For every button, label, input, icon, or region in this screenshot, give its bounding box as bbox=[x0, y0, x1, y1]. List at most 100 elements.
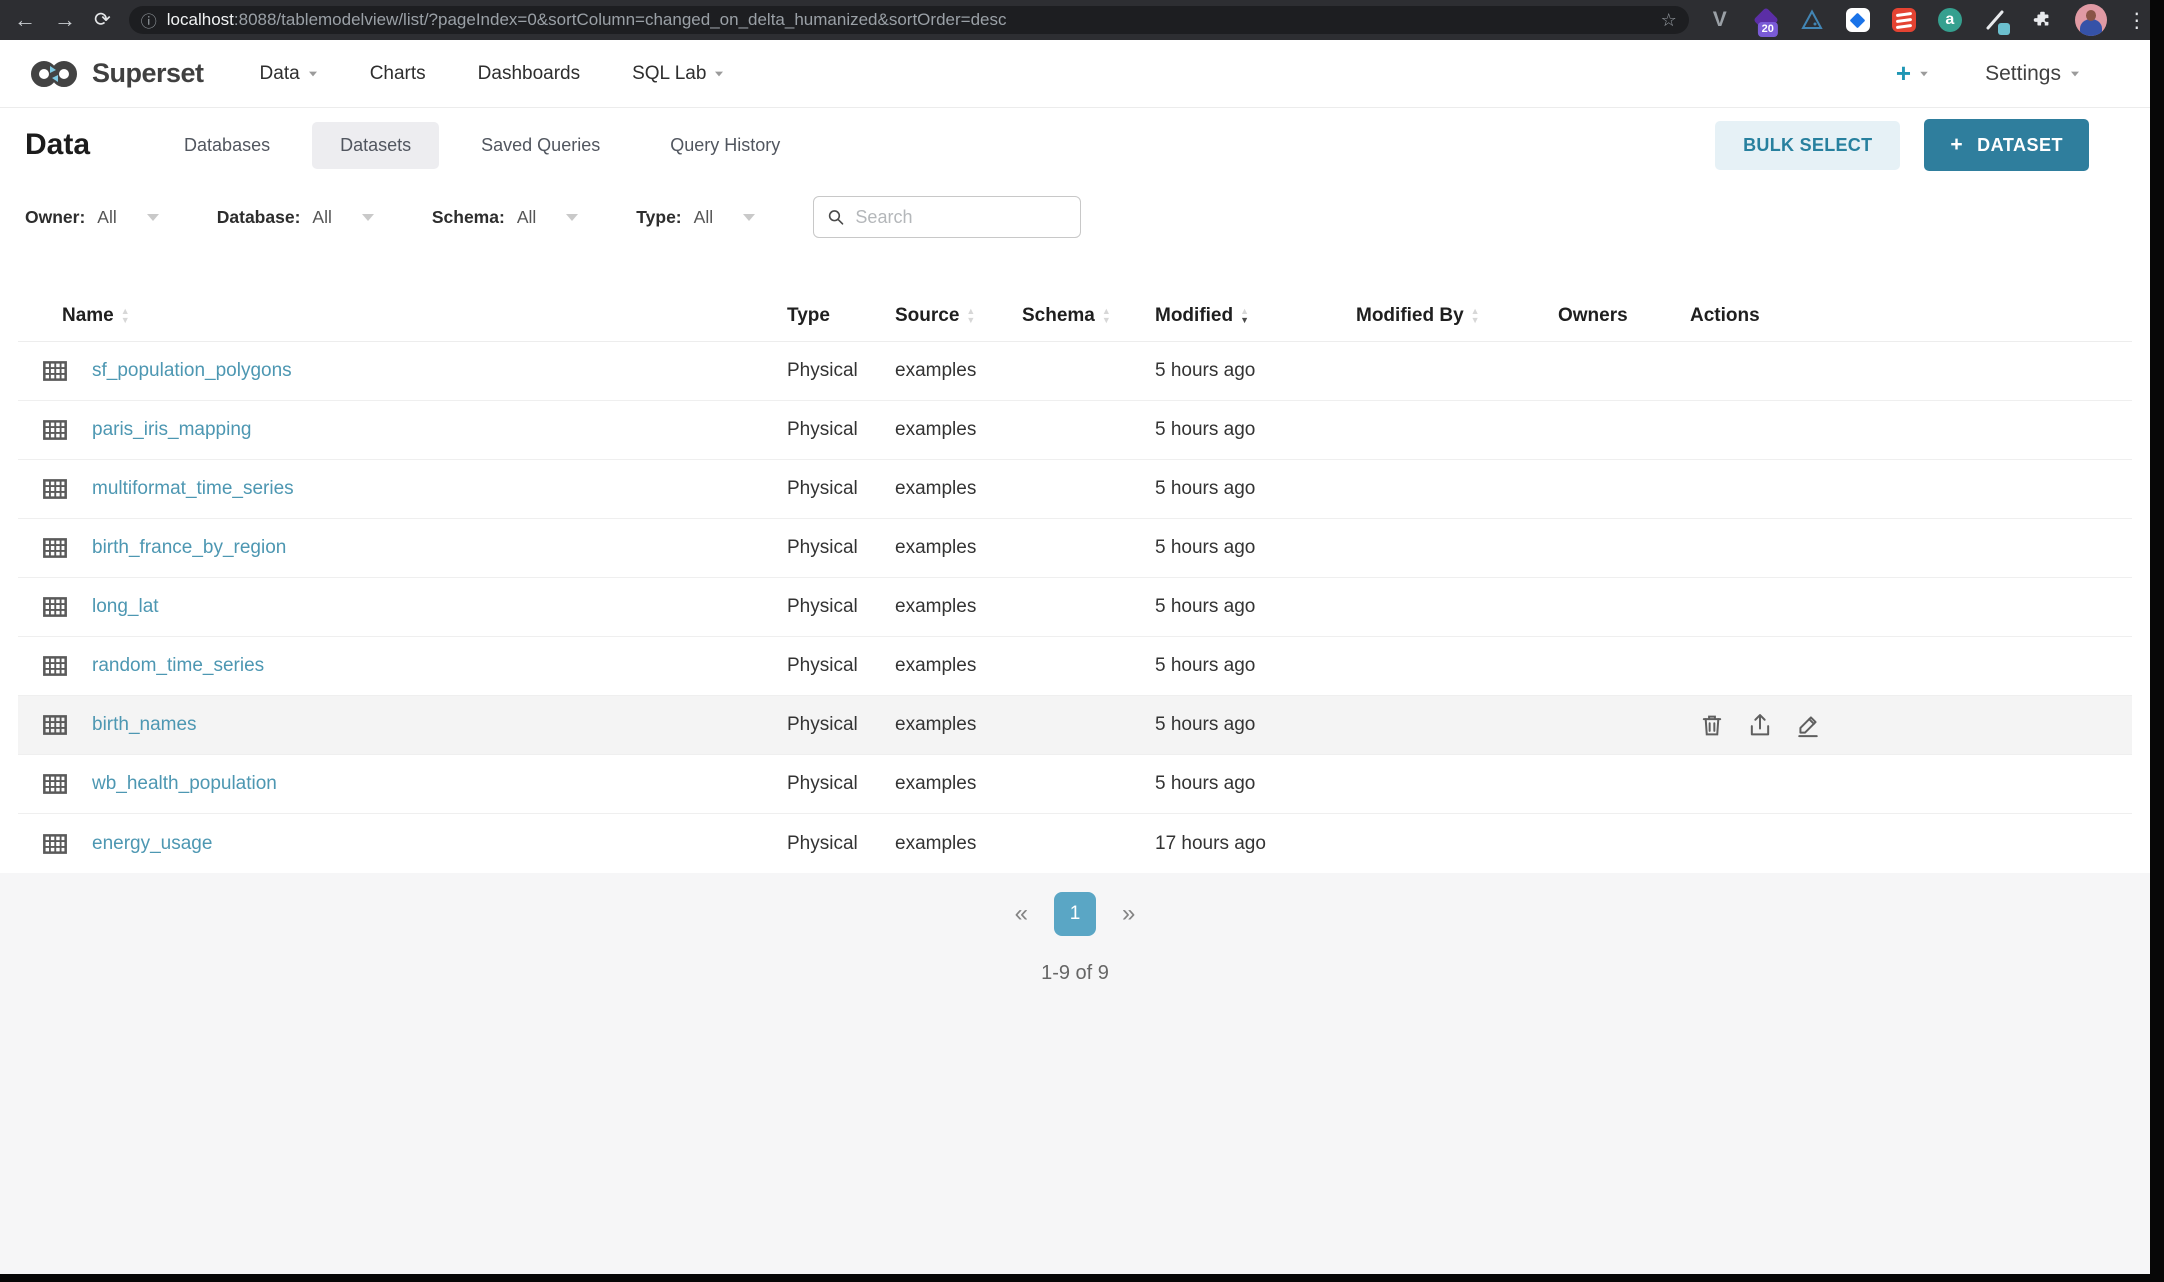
sort-icon[interactable]: ▲▼ bbox=[121, 308, 130, 324]
edit-icon[interactable] bbox=[1794, 711, 1822, 739]
column-header-modified[interactable]: Modified▲▼ bbox=[1155, 305, 1356, 327]
superset-navbar: Superset Data Charts Dashboards SQL Lab … bbox=[0, 40, 2150, 108]
dataset-name-link[interactable]: wb_health_population bbox=[92, 773, 277, 794]
search-input[interactable] bbox=[855, 207, 1068, 228]
extension-triangle-icon[interactable] bbox=[1799, 7, 1825, 33]
dataset-name-link[interactable]: multiformat_time_series bbox=[92, 478, 294, 499]
extension-pen-icon[interactable] bbox=[1983, 7, 2009, 33]
tab-datasets[interactable]: Datasets bbox=[312, 122, 439, 169]
menu-item-sql-lab[interactable]: SQL Lab bbox=[632, 63, 724, 85]
settings-menu[interactable]: Settings bbox=[1985, 62, 2080, 86]
tab-query-history[interactable]: Query History bbox=[642, 122, 808, 169]
export-icon[interactable] bbox=[1746, 711, 1774, 739]
browser-back-icon[interactable]: ← bbox=[14, 9, 36, 31]
filter-owner[interactable]: Owner: All bbox=[25, 207, 159, 228]
table-row: birth_france_by_region Physical examples… bbox=[18, 519, 2132, 578]
dataset-source: examples bbox=[895, 419, 1022, 441]
url-text[interactable]: localhost:8088/tablemodelview/list/?page… bbox=[167, 10, 1651, 30]
tab-saved-queries[interactable]: Saved Queries bbox=[453, 122, 628, 169]
dataset-name-link[interactable]: birth_france_by_region bbox=[92, 537, 286, 558]
dataset-name-link[interactable]: birth_names bbox=[92, 714, 197, 735]
address-bar[interactable]: ⓘ localhost:8088/tablemodelview/list/?pa… bbox=[129, 6, 1689, 34]
column-header-actions: Actions bbox=[1690, 305, 2132, 327]
bulk-select-button[interactable]: BULK SELECT bbox=[1715, 121, 1900, 170]
url-host: localhost bbox=[167, 10, 234, 29]
pagination-page-1-button[interactable]: 1 bbox=[1054, 892, 1096, 936]
dataset-grid-icon bbox=[18, 473, 92, 505]
chevron-down-icon bbox=[715, 71, 723, 76]
search-box bbox=[813, 196, 1081, 238]
dataset-source: examples bbox=[895, 833, 1022, 855]
dataset-type: Physical bbox=[787, 596, 895, 618]
dataset-type: Physical bbox=[787, 773, 895, 795]
browser-menu-icon[interactable]: ⋮ bbox=[2127, 8, 2147, 33]
dataset-modified: 5 hours ago bbox=[1155, 655, 1356, 677]
dataset-type: Physical bbox=[787, 714, 895, 736]
table-row: energy_usage Physical examples 17 hours … bbox=[18, 814, 2132, 873]
menu-item-data[interactable]: Data bbox=[260, 63, 318, 85]
table-row: sf_population_polygons Physical examples… bbox=[18, 342, 2132, 401]
navbar-right: + Settings bbox=[1896, 58, 2122, 89]
dataset-name-link[interactable]: paris_iris_mapping bbox=[92, 419, 251, 440]
main-menu: Data Charts Dashboards SQL Lab bbox=[260, 63, 725, 85]
browser-forward-icon[interactable]: → bbox=[54, 9, 76, 31]
extension-badge: 20 bbox=[1758, 22, 1778, 37]
tab-databases[interactable]: Databases bbox=[156, 122, 298, 169]
browser-toolbar: ← → ⟳ ⓘ localhost:8088/tablemodelview/li… bbox=[0, 0, 2164, 40]
dataset-grid-icon bbox=[18, 768, 92, 800]
pagination-summary: 1-9 of 9 bbox=[0, 962, 2150, 985]
superset-brand[interactable]: Superset bbox=[28, 58, 204, 90]
menu-item-dashboards[interactable]: Dashboards bbox=[478, 63, 580, 85]
new-item-button[interactable]: + bbox=[1896, 58, 1929, 89]
sort-icon[interactable]: ▲▼ bbox=[1471, 308, 1480, 324]
browser-profile-avatar[interactable] bbox=[2075, 4, 2107, 36]
page-content: Superset Data Charts Dashboards SQL Lab … bbox=[0, 40, 2150, 868]
dataset-modified: 5 hours ago bbox=[1155, 419, 1356, 441]
column-header-name[interactable]: Name▲▼ bbox=[18, 305, 787, 327]
column-header-modified-by[interactable]: Modified By▲▼ bbox=[1356, 305, 1558, 327]
datasets-table: Name▲▼ Type Source▲▼ Schema▲▼ Modified▲▼… bbox=[0, 262, 2150, 873]
dataset-type: Physical bbox=[787, 833, 895, 855]
screen-right-edge bbox=[2150, 0, 2164, 1282]
extension-a-circle-icon[interactable]: a bbox=[1937, 7, 1963, 33]
filter-schema[interactable]: Schema: All bbox=[432, 207, 578, 228]
extension-v-icon[interactable]: V bbox=[1707, 7, 1733, 33]
dataset-name-link[interactable]: sf_population_polygons bbox=[92, 360, 292, 381]
chevron-down-icon bbox=[147, 214, 159, 221]
superset-logo bbox=[28, 58, 80, 90]
sort-icon[interactable]: ▲▼ bbox=[966, 308, 975, 324]
table-body: sf_population_polygons Physical examples… bbox=[18, 342, 2132, 873]
sort-desc-icon[interactable]: ▲▼ bbox=[1240, 308, 1249, 324]
menu-item-charts[interactable]: Charts bbox=[370, 63, 426, 85]
dataset-modified: 5 hours ago bbox=[1155, 360, 1356, 382]
dataset-grid-icon bbox=[18, 650, 92, 682]
dataset-type: Physical bbox=[787, 537, 895, 559]
dataset-modified: 5 hours ago bbox=[1155, 596, 1356, 618]
column-header-schema[interactable]: Schema▲▼ bbox=[1022, 305, 1155, 327]
pagination-next-button[interactable]: » bbox=[1122, 900, 1135, 928]
dataset-source: examples bbox=[895, 714, 1022, 736]
extensions-puzzle-icon[interactable] bbox=[2029, 7, 2055, 33]
bookmark-star-icon[interactable]: ☆ bbox=[1661, 10, 1677, 31]
dataset-source: examples bbox=[895, 596, 1022, 618]
pagination-prev-button[interactable]: « bbox=[1015, 900, 1028, 928]
site-info-icon[interactable]: ⓘ bbox=[141, 8, 157, 32]
table-header: Name▲▼ Type Source▲▼ Schema▲▼ Modified▲▼… bbox=[18, 290, 2132, 342]
extension-todoist-icon[interactable] bbox=[1891, 7, 1917, 33]
delete-icon[interactable] bbox=[1698, 711, 1726, 739]
chevron-down-icon bbox=[2071, 71, 2079, 76]
extension-blue-diamond-icon[interactable] bbox=[1845, 7, 1871, 33]
plus-icon: + bbox=[1950, 133, 1963, 157]
filter-bar: Owner: All Database: All Schema: All Typ… bbox=[0, 182, 2150, 262]
column-header-source[interactable]: Source▲▼ bbox=[895, 305, 1022, 327]
filter-type[interactable]: Type: All bbox=[636, 207, 755, 228]
chevron-down-icon bbox=[566, 214, 578, 221]
dataset-name-link[interactable]: long_lat bbox=[92, 596, 159, 617]
dataset-name-link[interactable]: energy_usage bbox=[92, 833, 212, 854]
filter-database[interactable]: Database: All bbox=[217, 207, 374, 228]
add-dataset-button[interactable]: + DATASET bbox=[1924, 119, 2089, 171]
browser-reload-icon[interactable]: ⟳ bbox=[94, 10, 111, 30]
sort-icon[interactable]: ▲▼ bbox=[1102, 308, 1111, 324]
dataset-name-link[interactable]: random_time_series bbox=[92, 655, 264, 676]
extension-purple-diamond-icon[interactable]: 20 bbox=[1753, 7, 1779, 33]
